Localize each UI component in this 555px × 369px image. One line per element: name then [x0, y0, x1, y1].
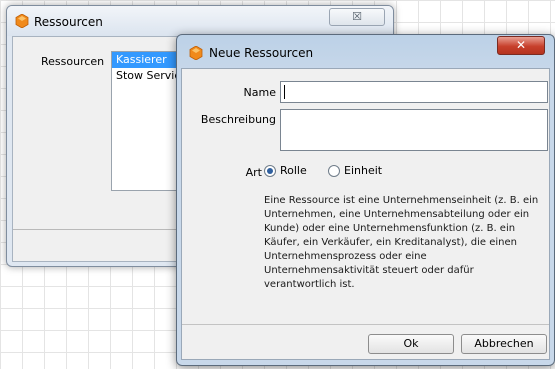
type-label: Art — [245, 166, 262, 179]
dialog-title: Neue Ressourcen — [209, 46, 314, 60]
dialog-client-area: Name Beschreibung Art Rolle Einheit Eine… — [181, 68, 550, 360]
text-cursor — [284, 85, 285, 99]
ressourcen-window-title: Ressourcen — [34, 15, 103, 29]
radio-rolle-label: Rolle — [280, 164, 307, 177]
description-label: Beschreibung — [200, 113, 276, 126]
radio-unchecked-icon[interactable] — [328, 164, 340, 177]
help-text: Eine Ressource ist eine Unternehmenseinh… — [264, 195, 539, 290]
close-icon: ✕ — [515, 38, 527, 52]
dialog-button-bar: Ok Abbrechen — [182, 324, 549, 359]
description-field[interactable] — [280, 109, 548, 151]
ressourcen-titlebar[interactable]: Ressourcen ☒ — [7, 6, 393, 36]
radio-einheit-label: Einheit — [344, 164, 383, 177]
dialog-close-button[interactable]: ✕ — [497, 36, 545, 55]
cancel-button[interactable]: Abbrechen — [461, 334, 547, 354]
name-label: Name — [243, 86, 276, 99]
close-icon: ☒ — [352, 10, 362, 23]
ressourcen-list-label: Ressourcen — [41, 55, 105, 68]
ressourcen-close-button[interactable]: ☒ — [329, 8, 385, 26]
neue-ressourcen-dialog: Neue Ressourcen ✕ Name Beschreibung Art … — [176, 34, 555, 366]
ok-button[interactable]: Ok — [368, 334, 454, 354]
radio-checked-icon[interactable] — [264, 164, 276, 177]
app-icon — [15, 14, 29, 28]
radio-rolle[interactable]: Rolle — [264, 164, 307, 177]
radio-einheit[interactable]: Einheit — [328, 164, 382, 177]
name-field[interactable] — [280, 81, 548, 103]
app-icon — [189, 46, 203, 60]
